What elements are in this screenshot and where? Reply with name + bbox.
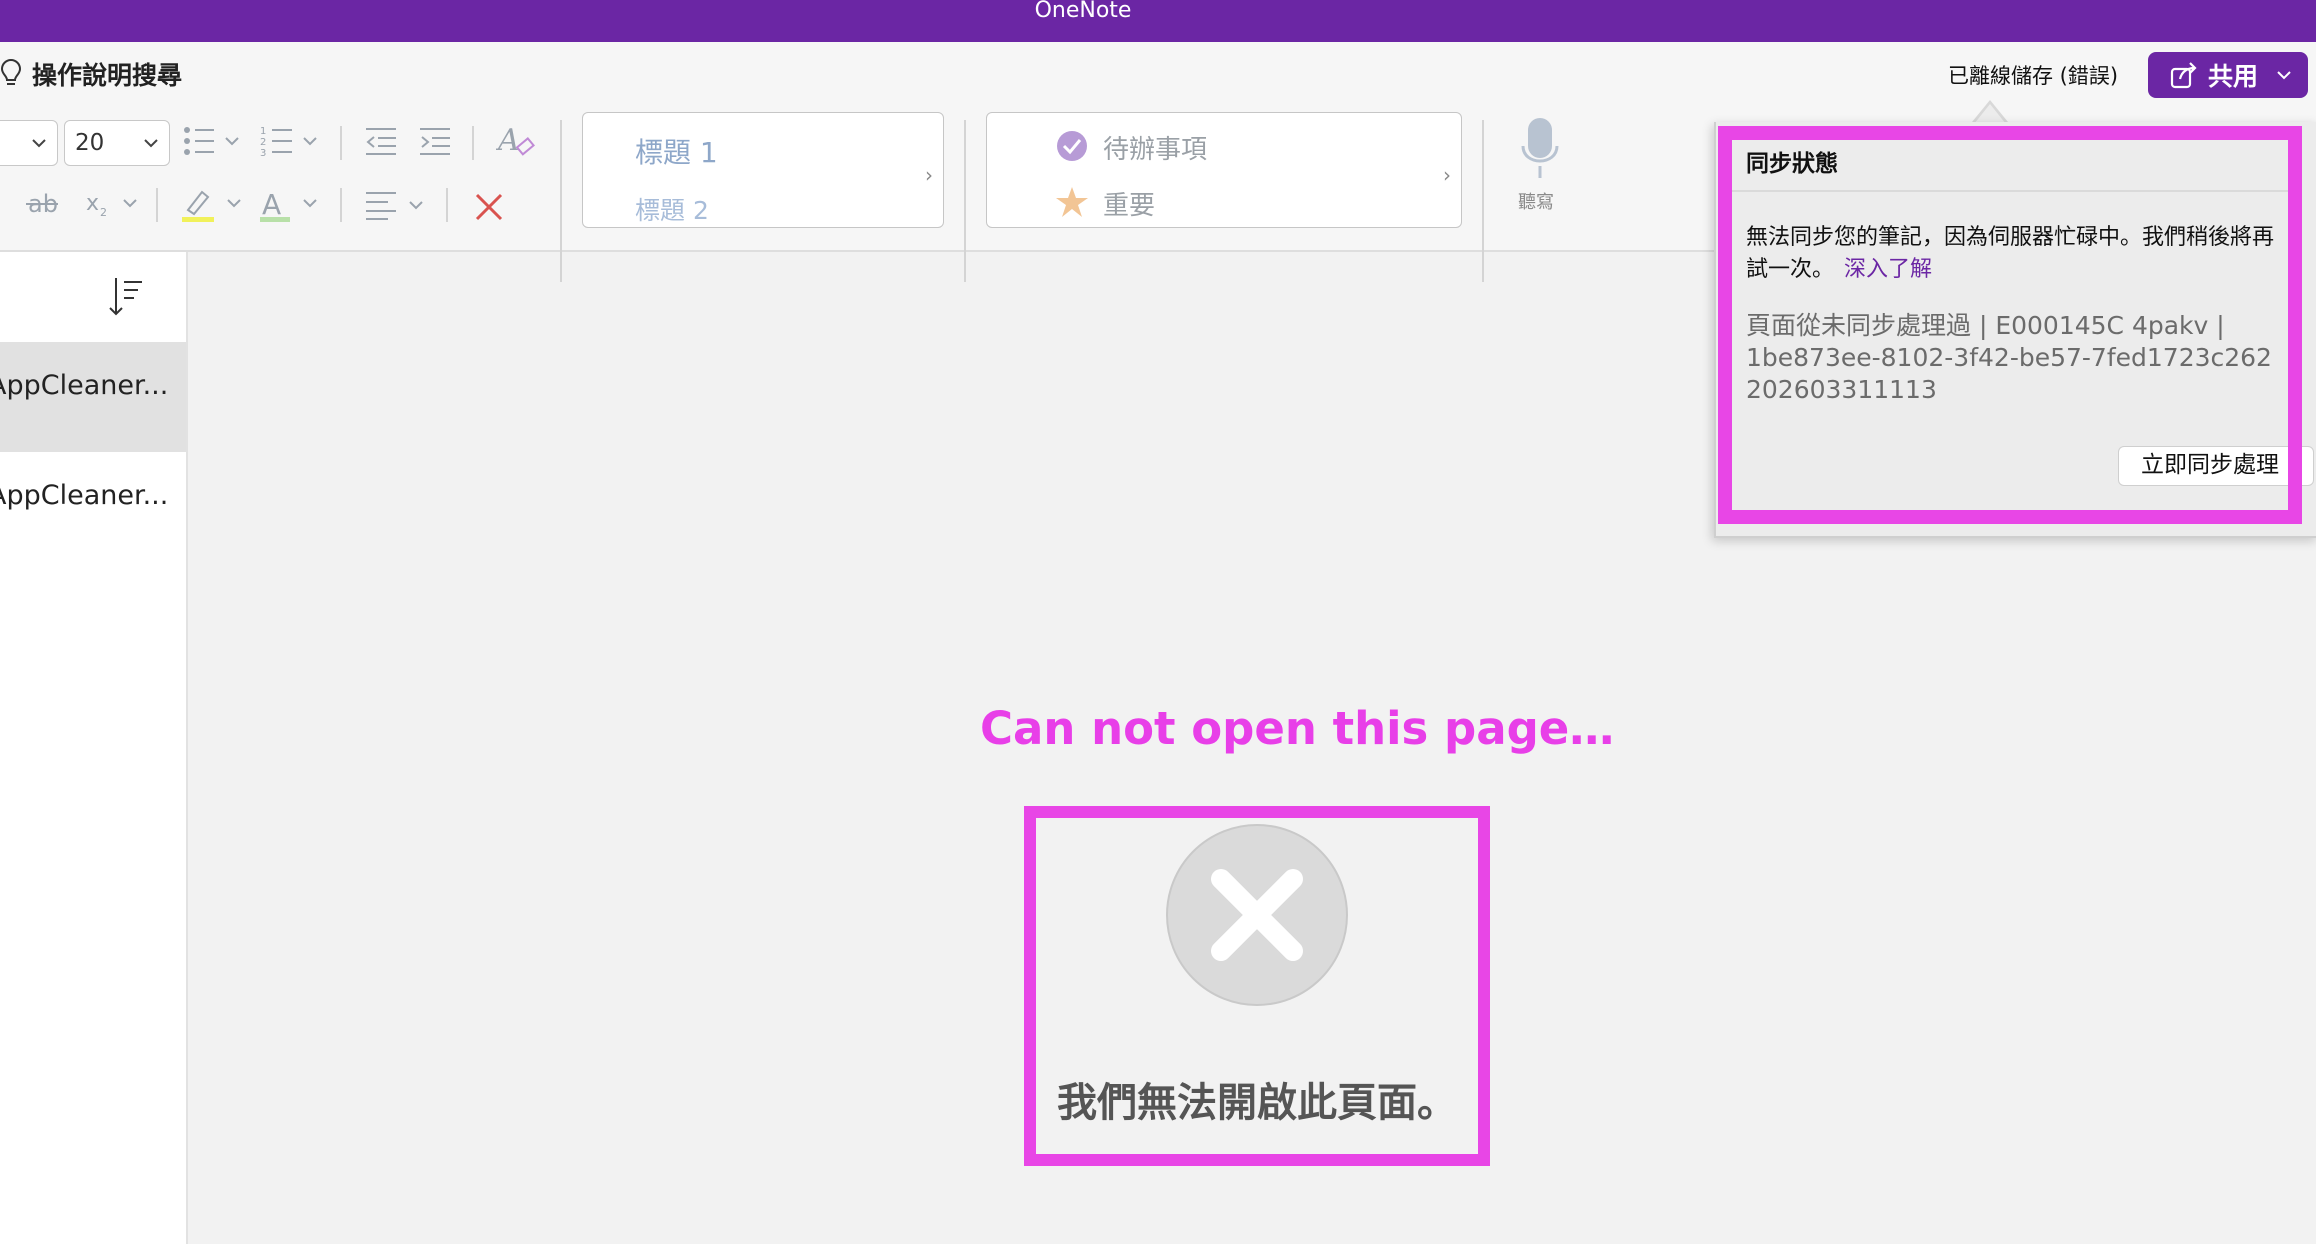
svg-text:A: A: [496, 123, 520, 158]
tag-todo[interactable]: 待辦事項: [1103, 129, 1207, 166]
checkmark-circle-icon: [1057, 131, 1087, 161]
chevron-down-icon: [144, 139, 158, 148]
close-icon: [1211, 869, 1303, 961]
numbered-list-icon[interactable]: 123: [260, 124, 324, 158]
font-color-icon[interactable]: A: [258, 184, 324, 224]
share-button[interactable]: 共用: [2148, 52, 2308, 98]
svg-text:2: 2: [100, 206, 107, 219]
annotation-text: Can not open this page…: [980, 702, 1615, 755]
help-search-label: 操作說明搜尋: [32, 61, 183, 90]
chevron-right-icon[interactable]: ›: [1443, 163, 1451, 187]
microphone-icon[interactable]: [1520, 116, 1560, 180]
save-status[interactable]: 已離線儲存 (錯誤): [1948, 60, 2118, 90]
divider: [560, 120, 562, 282]
star-icon: [1056, 187, 1088, 217]
divider: [964, 120, 966, 282]
svg-text:1: 1: [260, 126, 266, 137]
divider: [1482, 120, 1484, 282]
chevron-right-icon[interactable]: ›: [925, 163, 933, 187]
popup-highlight-box: [1718, 126, 2302, 524]
page-title: AppCleaner...: [0, 370, 169, 401]
font-name-select[interactable]: [0, 120, 58, 166]
lightbulb-icon: [0, 59, 22, 85]
subscript-icon[interactable]: x2: [84, 188, 140, 220]
popup-pointer-inner: [1974, 104, 2006, 124]
help-search[interactable]: 操作說明搜尋: [0, 56, 182, 92]
divider: [156, 188, 158, 222]
strikethrough-icon[interactable]: ab: [26, 188, 60, 218]
svg-text:A: A: [262, 188, 281, 221]
sync-status-popup: 同步狀態 無法同步您的筆記，因為伺服器忙碌中。我們稍後將再 試一次。 深入了解 頁…: [1714, 122, 2316, 538]
style-heading2[interactable]: 標題 2: [635, 191, 709, 227]
svg-text:3: 3: [260, 148, 266, 158]
increase-indent-icon[interactable]: [418, 126, 452, 156]
error-highlight-box: 我們無法開啟此頁面。: [1024, 806, 1490, 1166]
divider: [446, 188, 448, 222]
font-size-select[interactable]: 20: [64, 120, 170, 166]
page-list: AppCleaner... AppCleaner...: [0, 252, 188, 1244]
highlighter-icon[interactable]: [180, 184, 246, 224]
align-icon[interactable]: [364, 190, 430, 220]
styles-gallery[interactable]: 標題 1 標題 2 ›: [582, 112, 944, 228]
divider: [340, 126, 342, 160]
page-title: AppCleaner...: [0, 480, 169, 511]
share-label: 共用: [2208, 62, 2259, 91]
sort-icon[interactable]: [106, 276, 146, 318]
font-size-value: 20: [75, 130, 105, 156]
divider: [340, 188, 342, 222]
divider: [472, 126, 474, 160]
clear-formatting-icon[interactable]: A: [496, 122, 536, 160]
decrease-indent-icon[interactable]: [364, 126, 398, 156]
error-message: 我們無法開啟此頁面。: [1057, 1080, 1457, 1126]
dictate-label[interactable]: 聽寫: [1518, 188, 1554, 214]
tags-gallery[interactable]: 待辦事項 重要 ›: [986, 112, 1462, 228]
page-list-item[interactable]: AppCleaner...: [0, 452, 186, 562]
page-list-item[interactable]: AppCleaner...: [0, 342, 186, 452]
share-icon: [2170, 62, 2197, 89]
chevron-down-icon: [2277, 71, 2291, 80]
bullet-list-icon[interactable]: [182, 124, 242, 158]
delete-icon[interactable]: [474, 192, 504, 222]
window-title: OneNote: [1034, 0, 1132, 23]
error-circle: [1166, 824, 1348, 1006]
style-heading1[interactable]: 標題 1: [635, 131, 718, 171]
chevron-down-icon: [32, 139, 46, 148]
tag-important[interactable]: 重要: [1103, 185, 1155, 222]
title-bar: OneNote: [0, 0, 2316, 42]
svg-text:x: x: [86, 191, 99, 216]
svg-text:2: 2: [260, 137, 266, 148]
